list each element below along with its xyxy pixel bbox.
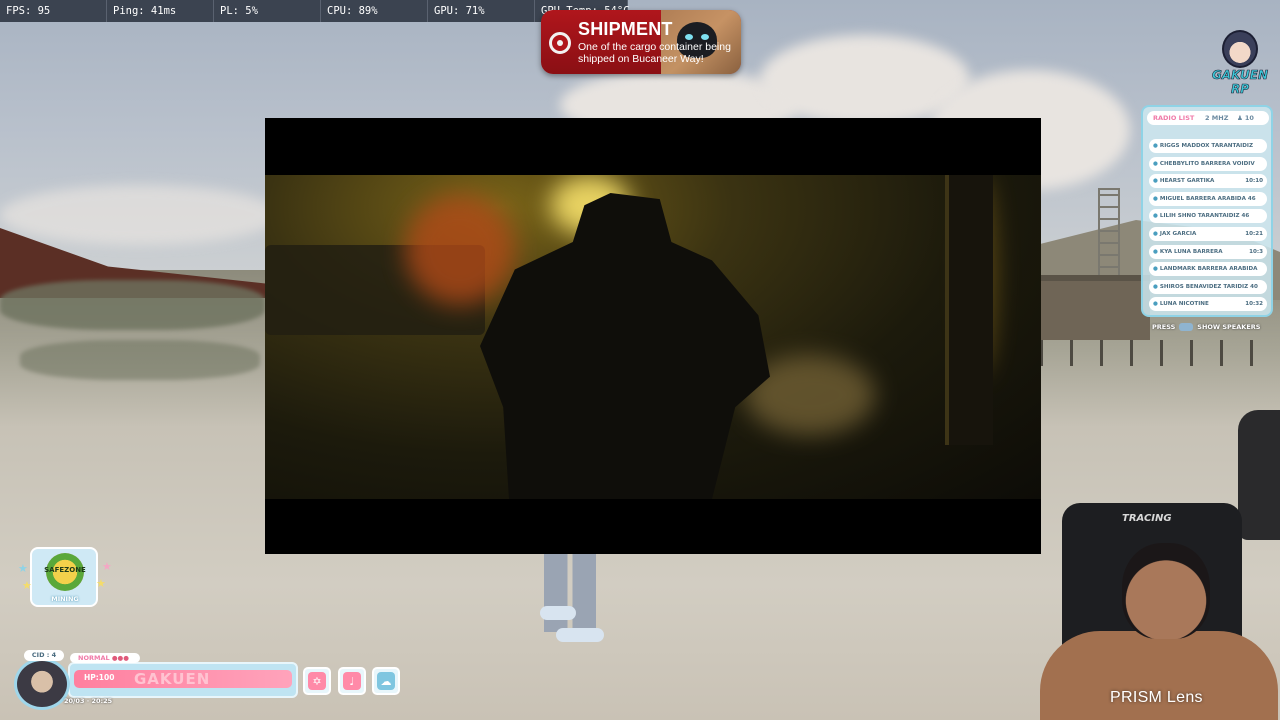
radio-member: ● SHIROS BENAVIDEZ TARIDIZ 40: [1149, 279, 1267, 294]
radio-tower: [1098, 188, 1120, 278]
fence: [1040, 340, 1280, 366]
cloud: [0, 185, 280, 245]
star-icon: ★: [96, 577, 106, 590]
radio-member: ● LILIH SHNO TARANTAIDIZ 46: [1149, 209, 1267, 224]
key-chip-icon: [1179, 323, 1194, 331]
server-logo: GAKUEN RP: [1204, 28, 1276, 96]
radio-member: ● JAX GARCIA 10:21: [1149, 226, 1267, 241]
radio-header: RADIO LIST 2 MHZ ♟ 10: [1147, 111, 1269, 125]
video-player[interactable]: [265, 118, 1041, 554]
safezone-badge: SAFEZONE MINING: [30, 547, 98, 607]
radio-member: ● LANDMARK BARRERA ARABIDA: [1149, 262, 1267, 277]
hud-bar-frame: GAKUEN HP:100: [68, 662, 298, 698]
prism-watermark: PRISM Lens: [1110, 689, 1203, 706]
logo-text: GAKUEN RP: [1212, 68, 1269, 97]
hint-press-label: PRESS: [1152, 323, 1176, 331]
status-hud: GAKUEN HP:100 NORMAL ●●● CID : 4 20/03 ·…: [10, 650, 410, 710]
user-count-icon: ♟: [1237, 114, 1243, 122]
radio-member: ● KYA LUNA BARRERA 10:3: [1149, 244, 1267, 259]
radio-member-count: 10: [1244, 114, 1254, 122]
safezone-emblem-text: SAFEZONE: [44, 566, 86, 574]
shipment-notification: SHIPMENT One of the cargo container bein…: [541, 10, 741, 74]
gpu-readout: GPU: 71%: [428, 0, 535, 22]
radio-member-list: ● RIGGS MADDOX TARANTAIDIZ ● CHEBBYLITO BA…: [1149, 139, 1267, 315]
player-character: [544, 552, 596, 632]
star-icon: ★: [18, 562, 28, 575]
scrub-bush: [0, 280, 265, 330]
status-tag: NORMAL ●●●: [70, 653, 140, 663]
radio-title: RADIO LIST: [1153, 114, 1195, 122]
show-speakers-hint: PRESS SHOW SPEAKERS: [1152, 322, 1272, 332]
hud-datetime: 20/03 · 20:25: [64, 697, 113, 705]
scrub-bush: [20, 340, 260, 380]
avatar: [14, 658, 70, 710]
star-icon: ★: [22, 579, 32, 592]
safezone-label: MINING: [51, 595, 79, 603]
player-shoe: [556, 628, 604, 642]
video-doorway: [945, 175, 993, 445]
video-frame: [265, 175, 1041, 499]
notification-body: One of the cargo container being shipped…: [578, 41, 731, 65]
shed: [1040, 275, 1150, 340]
radio-member: ● CHEBBYLITO BARRERA VOIDIV: [1149, 156, 1267, 171]
alert-icon: [549, 32, 571, 54]
cpu-readout: CPU: 89%: [321, 0, 428, 22]
performance-bar: FPS: 95 Ping: 41ms PL: 5% CPU: 89% GPU: …: [0, 0, 630, 22]
streamer-webcam: TRACING PRISM Lens: [1030, 503, 1280, 720]
radio-frequency: 2 MHZ: [1205, 114, 1229, 122]
brain-icon: ☁: [372, 667, 400, 695]
radio-list-panel: RADIO LIST 2 MHZ ♟ 10 ● RIGGS MADDOX TARA…: [1141, 105, 1273, 317]
radio-member: ● RIGGS MADDOX TARANTAIDIZ: [1149, 139, 1267, 153]
ping-readout: Ping: 41ms: [107, 0, 214, 22]
packet-loss-readout: PL: 5%: [214, 0, 321, 22]
logo-mascot-icon: [1222, 30, 1258, 68]
health-text: HP:100: [84, 673, 115, 682]
video-fire: [405, 195, 515, 305]
hint-action-label: SHOW SPEAKERS: [1197, 323, 1261, 331]
radio-member: ● HEARST GARTIKA 10:10: [1149, 174, 1267, 189]
video-silhouette: [480, 193, 770, 499]
hud-wordmark: GAKUEN: [134, 670, 211, 688]
citizen-id: CID : 4: [24, 650, 64, 661]
food-icon: ✡: [303, 667, 331, 695]
star-icon: ★: [102, 560, 112, 573]
notification-title: SHIPMENT: [578, 19, 673, 39]
radio-member: ● LUNA NICOTINE 10:32: [1149, 297, 1267, 312]
radio-member: ● MIGUEL BARRERA ARABIDA 46: [1149, 191, 1267, 206]
health-bar: GAKUEN HP:100: [74, 670, 292, 688]
player-shoe: [540, 606, 576, 620]
fps-readout: FPS: 95: [0, 0, 107, 22]
chair-brand: TRACING: [1122, 513, 1172, 524]
drink-icon: ♩: [338, 667, 366, 695]
streamer-head: [1122, 543, 1210, 639]
